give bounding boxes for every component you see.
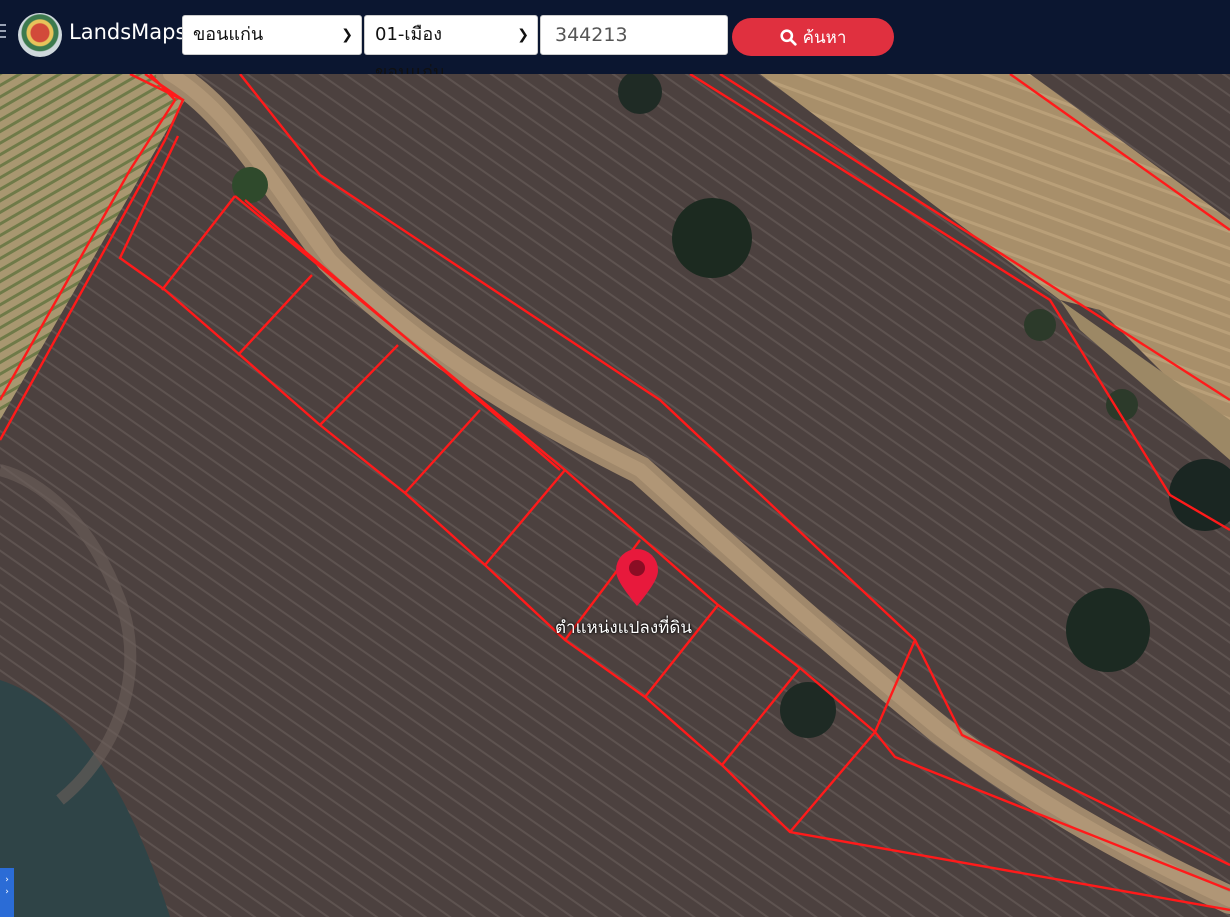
side-panel-toggle[interactable]: › › [0,868,14,917]
chevron-down-icon: ❯ [341,27,353,43]
top-navbar: LandsMaps ขอนแก่น ❯ 01-เมืองขอนแก่น ❯ ค้… [0,0,1230,83]
satellite-imagery [0,74,1230,917]
parcel-marker-label: ตำแหน่งแปลงที่ดิน [555,618,693,638]
dol-seal-logo [18,13,62,57]
province-select-value: ขอนแก่น [193,24,264,45]
district-select[interactable]: 01-เมืองขอนแก่น ❯ [364,15,538,83]
province-select[interactable]: ขอนแก่น ❯ [182,15,362,55]
map-canvas[interactable]: ตำแหน่งแปลงที่ดิน [0,74,1230,917]
search-icon [780,28,797,46]
parcel-number-input[interactable] [540,15,728,55]
brand-title: LandsMaps [69,20,187,44]
chevron-down-icon: ❯ [517,27,529,43]
menu-icon[interactable] [0,24,6,40]
search-button[interactable]: ค้นหา [732,18,894,56]
search-button-label: ค้นหา [802,27,847,47]
